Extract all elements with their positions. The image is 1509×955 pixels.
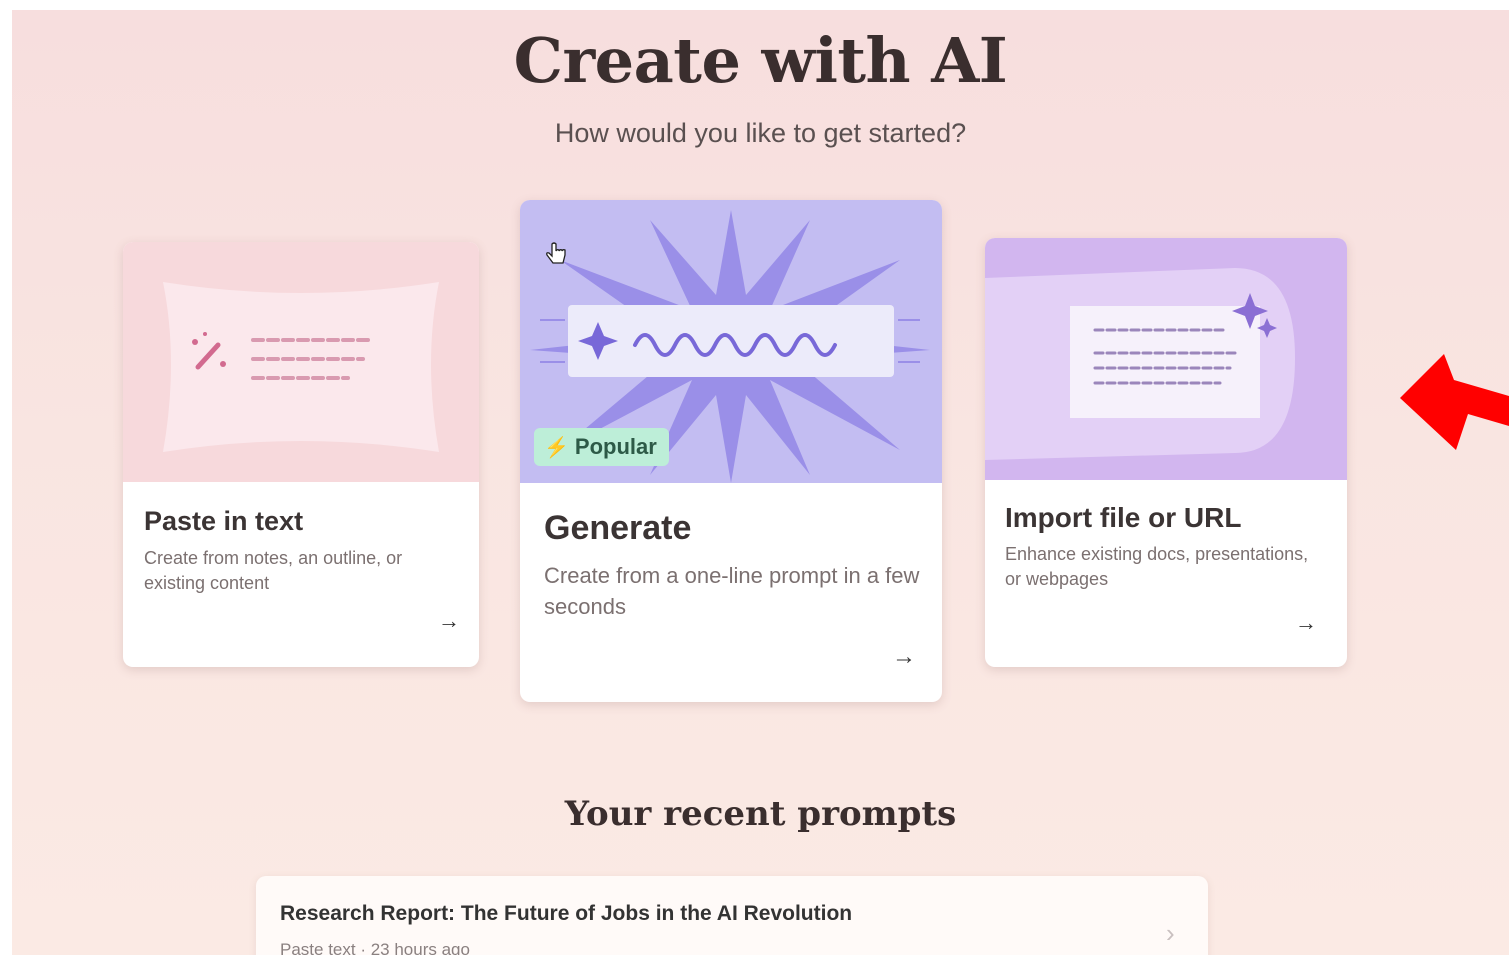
recent-prompt-meta: Paste text · 23 hours ago <box>280 940 470 955</box>
page-title: Create with AI <box>513 24 1008 97</box>
hand-cursor-icon <box>546 242 566 264</box>
popular-badge: ⚡ Popular <box>534 428 669 466</box>
card-title: Paste in text <box>144 506 304 536</box>
recent-prompt-item[interactable]: Research Report: The Future of Jobs in t… <box>256 876 1208 955</box>
lightning-icon: ⚡ <box>544 436 569 459</box>
arrow-right-icon: → <box>438 608 460 633</box>
paste-illustration <box>123 242 479 482</box>
page-subtitle: How would you like to get started? <box>554 118 967 148</box>
badge-label: Popular <box>574 434 657 459</box>
paste-in-text-card[interactable]: Paste in text Create from notes, an outl… <box>123 242 479 667</box>
generate-illustration: ⚡ Popular <box>520 200 942 483</box>
card-title: Generate <box>544 509 692 547</box>
chevron-right-icon: › <box>1166 918 1175 948</box>
arrow-right-icon: → <box>892 643 916 670</box>
card-title: Import file or URL <box>1005 502 1242 533</box>
card-description: Create from a one-line prompt in a few s… <box>544 563 920 619</box>
card-description: Create from notes, an outline, or existi… <box>144 548 403 594</box>
generate-card[interactable]: ⚡ Popular Generate Create from a one-lin… <box>520 200 942 702</box>
recent-prompt-title: Research Report: The Future of Jobs in t… <box>280 902 853 925</box>
annotation-arrow-icon <box>1400 354 1509 450</box>
document-sparkle-icon <box>985 268 1295 460</box>
wand-text-icon <box>163 282 439 452</box>
page-background: Create with AI How would you like to get… <box>12 10 1509 955</box>
recent-prompts-heading: Your recent prompts <box>564 794 957 834</box>
import-illustration <box>985 238 1347 480</box>
import-file-or-url-card[interactable]: Import file or URL Enhance existing docs… <box>985 238 1347 667</box>
card-description: Enhance existing docs, presentations, or… <box>1005 544 1309 590</box>
arrow-right-icon: → <box>1295 610 1317 635</box>
